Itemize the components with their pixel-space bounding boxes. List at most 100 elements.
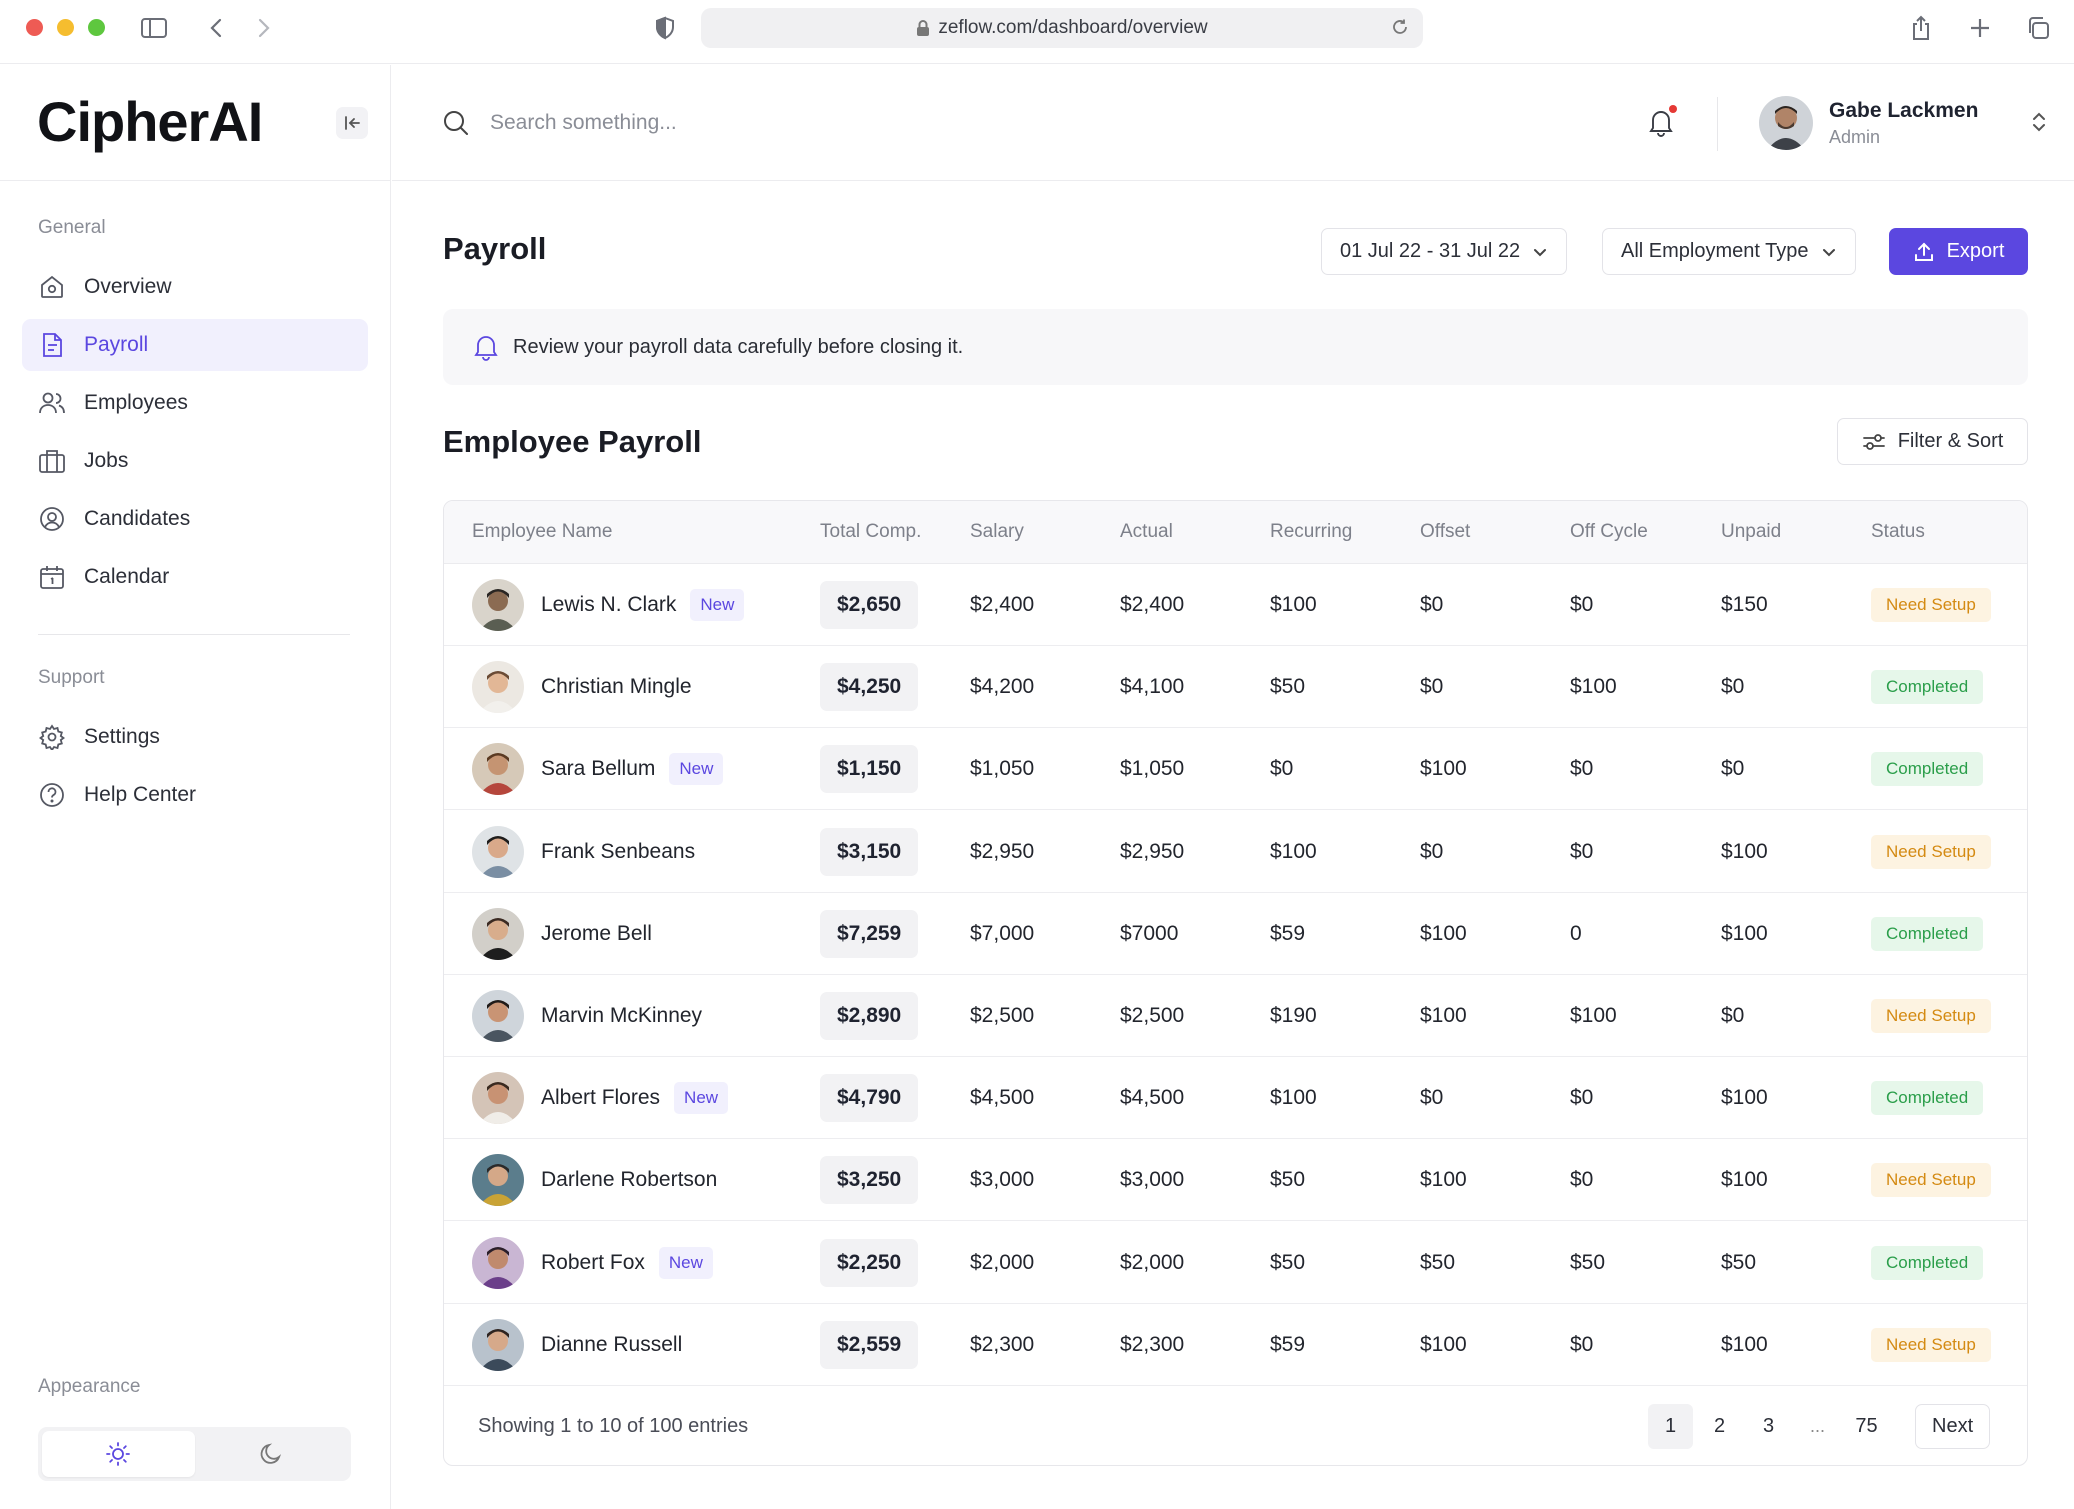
table-row[interactable]: Marvin McKinney $2,890 $2,500 $2,500 $190 $10… — [444, 975, 2027, 1057]
off-cycle-cell: $0 — [1570, 1168, 1594, 1192]
sidebar-item-label: Settings — [84, 725, 160, 748]
column-header-unpaid[interactable]: Unpaid — [1721, 521, 1781, 543]
status-cell: Need Setup — [1871, 975, 1991, 1057]
logo-row: CipherAI — [0, 65, 390, 181]
employee-name[interactable]: Sara Bellum — [541, 757, 655, 781]
employee-name[interactable]: Robert Fox — [541, 1251, 645, 1275]
reload-icon[interactable] — [1391, 18, 1409, 36]
maximize-window-button[interactable] — [88, 19, 105, 36]
chevron-up-down-icon[interactable] — [2031, 110, 2047, 134]
employee-name[interactable]: Marvin McKinney — [541, 1004, 702, 1028]
employee-name[interactable]: Lewis N. Clark — [541, 593, 676, 617]
employee-name[interactable]: Christian Mingle — [541, 675, 692, 699]
collapse-sidebar-button[interactable] — [336, 107, 368, 139]
chevron-down-icon — [1821, 244, 1837, 260]
sidebar-item-payroll[interactable]: Payroll — [22, 319, 368, 371]
column-header-actual[interactable]: Actual — [1120, 521, 1173, 543]
table-row[interactable]: Robert Fox New $2,250 $2,000 $2,000 $50 $50 $50… — [444, 1222, 2027, 1304]
status-cell: Need Setup — [1871, 1304, 1991, 1386]
page-button-2[interactable]: 2 — [1697, 1404, 1742, 1449]
table-row[interactable]: Lewis N. Clark New $2,650 $2,400 $2,400 $100 $… — [444, 564, 2027, 646]
recurring-cell: $100 — [1270, 839, 1317, 863]
user-circle-icon — [38, 505, 66, 533]
sidebar-item-settings[interactable]: Settings — [22, 711, 368, 763]
tab-overview-icon[interactable] — [2022, 14, 2054, 42]
page-button-3[interactable]: 3 — [1746, 1404, 1791, 1449]
actual-cell: $2,950 — [1120, 839, 1185, 863]
sidebar-item-jobs[interactable]: Jobs — [22, 435, 368, 487]
close-window-button[interactable] — [26, 19, 43, 36]
sidebar-item-label: Overview — [84, 275, 172, 298]
date-range-dropdown[interactable]: 01 Jul 22 - 31 Jul 22 — [1321, 228, 1568, 275]
app-logo[interactable]: CipherAI — [37, 89, 263, 154]
search-bar[interactable]: Search something... — [442, 109, 677, 137]
user-menu[interactable]: Gabe Lackmen Admin — [1759, 96, 1978, 150]
next-page-button[interactable]: Next — [1915, 1404, 1991, 1449]
notifications-button[interactable] — [1647, 105, 1677, 137]
actual-cell: $2,400 — [1120, 593, 1185, 616]
address-bar[interactable]: zeflow.com/dashboard/overview — [701, 8, 1423, 48]
total-comp-cell: $3,250 — [820, 1139, 919, 1221]
nav-divider — [38, 634, 350, 635]
unpaid-cell: $100 — [1721, 839, 1768, 863]
column-header-status[interactable]: Status — [1871, 521, 1925, 543]
back-arrow-icon[interactable] — [200, 14, 232, 42]
light-mode-button[interactable] — [42, 1431, 195, 1477]
export-button[interactable]: Export — [1889, 228, 2028, 275]
total-comp-value: $3,150 — [820, 827, 919, 876]
page-button-last[interactable]: 75 — [1844, 1404, 1889, 1449]
page-button-1[interactable]: 1 — [1648, 1404, 1693, 1449]
sidebar-item-employees[interactable]: Employees — [22, 377, 368, 429]
recurring-cell: $50 — [1270, 1168, 1306, 1192]
total-comp-cell: $2,890 — [820, 975, 919, 1057]
employee-name[interactable]: Albert Flores — [541, 1086, 660, 1110]
table-row[interactable]: Albert Flores New $4,790 $4,500 $4,500 $100 $0… — [444, 1057, 2027, 1140]
status-badge: Need Setup — [1871, 1327, 1991, 1362]
table-row[interactable]: Darlene Robertson $3,250 $3,000 $3,000 $50 $1… — [444, 1139, 2027, 1222]
unpaid-cell: $100 — [1721, 1332, 1768, 1356]
status-badge: Completed — [1871, 1081, 1984, 1116]
sidebar-item-overview[interactable]: Overview — [22, 261, 368, 313]
avatar — [472, 661, 524, 714]
status-badge: Need Setup — [1871, 588, 1991, 622]
sidebar-item-help-center[interactable]: Help Center — [22, 769, 368, 821]
forward-arrow-icon[interactable] — [248, 14, 280, 42]
sidebar-item-calendar[interactable]: Calendar — [22, 551, 368, 603]
share-icon[interactable] — [1905, 14, 1937, 42]
employee-name[interactable]: Jerome Bell — [541, 922, 652, 946]
offset-cell: $100 — [1420, 1332, 1467, 1356]
table-row[interactable]: Dianne Russell $2,559 $2,300 $2,300 $59 $100 $… — [444, 1304, 2027, 1386]
column-header-offset[interactable]: Offset — [1420, 521, 1470, 543]
minimize-window-button[interactable] — [57, 19, 74, 36]
sidebar-item-candidates[interactable]: Candidates — [22, 493, 368, 545]
table-row[interactable]: Jerome Bell $7,259 $7,000 $7000 $59 $100 0 $100… — [444, 893, 2027, 975]
avatar — [472, 825, 524, 878]
employee-name[interactable]: Frank Senbeans — [541, 840, 695, 864]
employee-name[interactable]: Dianne Russell — [541, 1333, 682, 1357]
search-input[interactable]: Search something... — [490, 111, 677, 135]
new-badge: New — [674, 1082, 729, 1115]
employee-name[interactable]: Darlene Robertson — [541, 1168, 717, 1192]
dark-mode-button[interactable] — [195, 1431, 348, 1477]
column-header-total-comp[interactable]: Total Comp. — [820, 521, 921, 543]
filter-sort-button[interactable]: Filter & Sort — [1837, 418, 2028, 465]
table-row[interactable]: Christian Mingle $4,250 $4,200 $4,100 $50 $0 $… — [444, 646, 2027, 729]
sidebar-toggle-icon[interactable] — [138, 14, 170, 42]
new-tab-icon[interactable] — [1964, 14, 1996, 42]
notice-text: Review your payroll data carefully befor… — [513, 335, 964, 358]
avatar — [472, 1072, 524, 1125]
table-row[interactable]: Sara Bellum New $1,150 $1,050 $1,050 $0 $100 $0… — [444, 728, 2027, 811]
privacy-shield-icon[interactable] — [649, 14, 681, 42]
employment-type-dropdown[interactable]: All Employment Type — [1602, 228, 1856, 275]
table-row[interactable]: Frank Senbeans $3,150 $2,950 $2,950 $100 $0 $0… — [444, 811, 2027, 893]
column-header-salary[interactable]: Salary — [970, 521, 1024, 543]
filter-sort-label: Filter & Sort — [1897, 430, 2004, 452]
column-header-off-cycle[interactable]: Off Cycle — [1570, 521, 1648, 543]
notification-dot — [1669, 105, 1677, 113]
total-comp-value: $2,250 — [820, 1238, 919, 1287]
column-header-recurring[interactable]: Recurring — [1270, 521, 1352, 543]
sidebar-item-label: Employees — [84, 391, 188, 414]
column-header-employee-name[interactable]: Employee Name — [472, 521, 612, 543]
offset-cell: $0 — [1420, 839, 1444, 863]
salary-cell: $2,300 — [970, 1332, 1035, 1356]
